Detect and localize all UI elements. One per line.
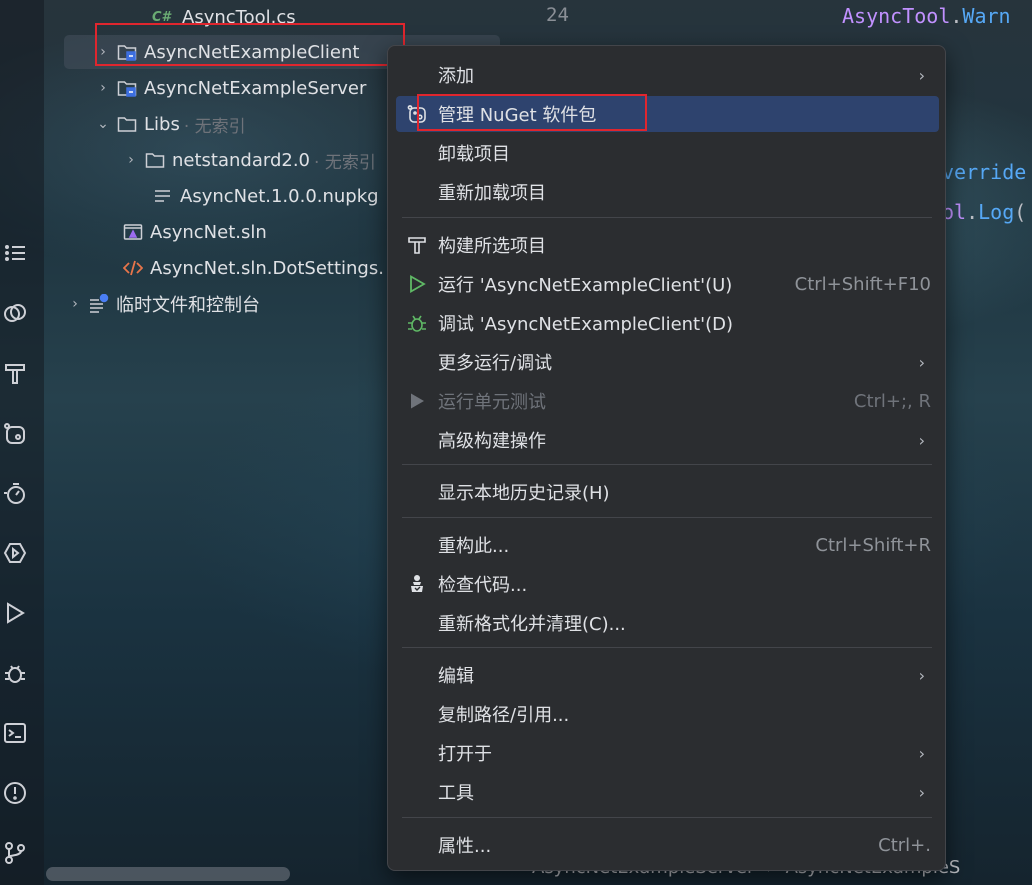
shortcut-label: Ctrl+Shift+F10 xyxy=(794,273,931,295)
menu-item-reformat-cleanup[interactable]: 重新格式化并清理(C)... xyxy=(396,605,939,641)
tool-window-strip xyxy=(0,0,44,885)
folder-icon xyxy=(116,113,138,135)
csharp-file-icon: C# xyxy=(152,9,171,25)
chevron-right-icon: › xyxy=(918,352,925,372)
tree-item-label: AsyncNet.1.0.0.nupkg xyxy=(180,185,379,207)
menu-item-run[interactable]: 运行 'AsyncNetExampleClient'(U) Ctrl+Shift… xyxy=(396,266,939,302)
unit-tests-icon[interactable] xyxy=(2,540,28,566)
chevron-right-icon[interactable]: › xyxy=(66,296,84,312)
context-menu: 添加 › 管理 NuGet 软件包 卸载项目 重新加载项目 构建所选项目 运行 … xyxy=(387,45,946,871)
folder-icon xyxy=(144,149,166,171)
menu-item-advanced-build[interactable]: 高级构建操作 › xyxy=(396,422,939,458)
menu-item-local-history[interactable]: 显示本地历史记录(H) xyxy=(396,474,939,510)
shortcut-label: Ctrl+;, R xyxy=(853,390,931,412)
nuget-icon xyxy=(406,103,428,125)
services-icon[interactable] xyxy=(2,300,28,326)
xml-file-icon xyxy=(122,257,144,279)
text-file-icon xyxy=(152,185,174,207)
menu-item-properties[interactable]: 属性... Ctrl+. xyxy=(396,827,939,863)
no-index-hint: · 无索引 xyxy=(183,116,246,137)
chevron-right-icon: › xyxy=(918,65,925,85)
chevron-right-icon: › xyxy=(918,782,925,802)
menu-item-manage-nuget[interactable]: 管理 NuGet 软件包 xyxy=(396,96,939,132)
build-icon[interactable] xyxy=(2,360,28,386)
tree-item-asynctool-cs[interactable]: C# AsyncTool.cs xyxy=(64,0,500,34)
menu-item-debug[interactable]: 调试 'AsyncNetExampleClient'(D) xyxy=(396,305,939,341)
solution-file-icon xyxy=(122,221,144,243)
chevron-right-icon: › xyxy=(918,665,925,685)
profiler-icon[interactable] xyxy=(2,480,28,506)
code-line: AsyncTool.Warn xyxy=(842,4,1011,28)
menu-separator xyxy=(402,464,932,465)
run-icon xyxy=(406,273,428,295)
menu-item-open-in[interactable]: 打开于 › xyxy=(396,735,939,771)
run-tool-icon[interactable] xyxy=(2,600,28,626)
chevron-down-icon[interactable]: ⌄ xyxy=(94,116,112,132)
menu-item-tools[interactable]: 工具 › xyxy=(396,774,939,810)
menu-separator xyxy=(402,217,932,218)
menu-item-refactor-this[interactable]: 重构此... Ctrl+Shift+R xyxy=(396,527,939,563)
hammer-icon xyxy=(406,234,428,256)
code-line: ol.Log( xyxy=(942,200,1027,224)
chevron-right-icon: › xyxy=(918,430,925,450)
tree-item-label: AsyncTool.cs xyxy=(182,6,296,28)
menu-item-add[interactable]: 添加 › xyxy=(396,57,939,93)
nuget-tool-icon[interactable] xyxy=(2,420,28,446)
tree-item-label: AsyncNet.sln xyxy=(150,221,267,243)
chevron-right-icon[interactable]: › xyxy=(94,44,112,60)
menu-separator xyxy=(402,817,932,818)
line-number: 24 xyxy=(546,4,569,26)
code-line: verride xyxy=(942,160,1027,184)
scratches-icon xyxy=(88,293,110,315)
menu-item-build-selected[interactable]: 构建所选项目 xyxy=(396,227,939,263)
menu-item-unload-project[interactable]: 卸载项目 xyxy=(396,135,939,171)
menu-separator xyxy=(402,647,932,648)
chevron-right-icon[interactable]: › xyxy=(122,152,140,168)
inspect-icon xyxy=(406,573,428,595)
menu-item-reload-project[interactable]: 重新加载项目 xyxy=(396,174,939,210)
project-folder-icon xyxy=(116,77,138,99)
tree-item-label: AsyncNetExampleClient xyxy=(144,41,360,63)
terminal-icon[interactable] xyxy=(2,720,28,746)
shortcut-label: Ctrl+. xyxy=(878,834,931,856)
tree-item-label: AsyncNetExampleServer xyxy=(144,77,367,99)
menu-separator xyxy=(402,517,932,518)
tree-item-label: netstandard2.0 xyxy=(172,149,311,171)
menu-item-inspect-code[interactable]: 检查代码... xyxy=(396,566,939,602)
shortcut-label: Ctrl+Shift+R xyxy=(815,534,931,556)
run-tests-icon xyxy=(406,390,428,412)
tree-item-label: Libs xyxy=(144,113,180,135)
git-icon[interactable] xyxy=(2,840,28,866)
no-index-hint: · 无索引 xyxy=(314,152,376,173)
chevron-right-icon[interactable]: › xyxy=(94,80,112,96)
problems-icon[interactable] xyxy=(2,780,28,806)
debug-tool-icon[interactable] xyxy=(2,660,28,686)
menu-item-edit[interactable]: 编辑 › xyxy=(396,657,939,693)
chevron-right-icon: › xyxy=(918,743,925,763)
tree-item-label: AsyncNet.sln.DotSettings. xyxy=(150,257,384,279)
menu-item-more-run-debug[interactable]: 更多运行/调试 › xyxy=(396,344,939,380)
project-folder-icon xyxy=(116,41,138,63)
debug-icon xyxy=(406,312,428,334)
menu-item-run-unit-tests: 运行单元测试 Ctrl+;, R xyxy=(396,383,939,419)
structure-icon[interactable] xyxy=(2,240,28,266)
menu-item-copy-path[interactable]: 复制路径/引用... xyxy=(396,696,939,732)
horizontal-scrollbar[interactable] xyxy=(46,867,290,881)
tree-item-label: 临时文件和控制台 xyxy=(116,295,260,316)
